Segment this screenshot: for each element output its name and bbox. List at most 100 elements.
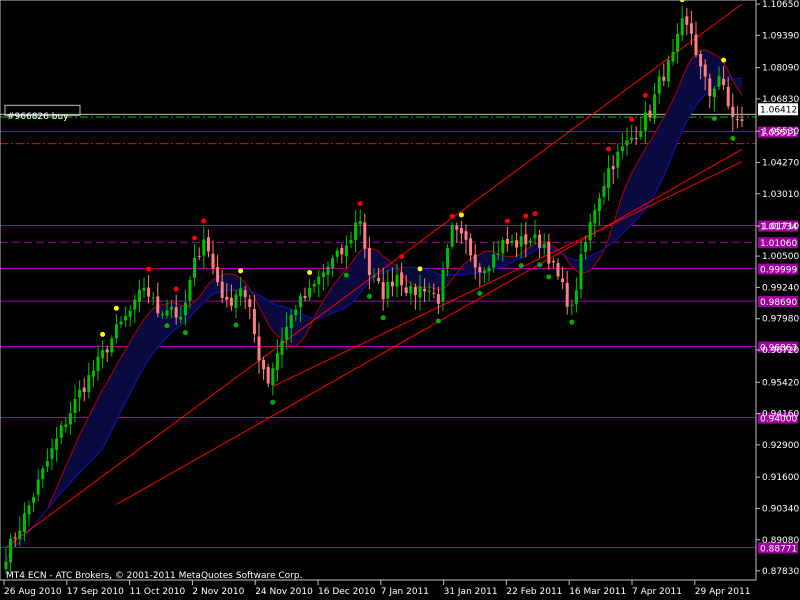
time-tick-label: 11 Oct 2010	[130, 587, 186, 597]
time-tick-label: 7 Apr 2011	[632, 587, 682, 597]
candle-body	[82, 387, 86, 392]
indicator-dot-high	[523, 213, 529, 219]
candle-body	[423, 288, 427, 292]
candle-body	[570, 304, 574, 306]
horizontal-levels: 1.055111.017341.010600.999990.986900.968…	[0, 126, 798, 554]
level-label: 0.98690	[760, 298, 797, 308]
candle-body	[372, 275, 376, 277]
candle-body	[446, 247, 450, 269]
price-tick-label: 1.01710	[762, 222, 799, 232]
indicator-dot-low	[730, 135, 736, 141]
indicator-dot-low	[270, 399, 276, 405]
candle-body	[289, 314, 293, 329]
candle-body	[515, 240, 519, 248]
candle-body	[257, 336, 261, 361]
candle-body	[386, 281, 390, 299]
candle-body	[634, 138, 638, 140]
price-tick-label: 0.94160	[762, 410, 799, 420]
candle-body	[179, 316, 183, 320]
candle-body	[202, 239, 206, 256]
indicator-dot-high	[504, 218, 510, 224]
candle-body	[243, 290, 247, 298]
candle-body	[354, 222, 358, 240]
indicator-dot-low	[164, 323, 170, 329]
candle-body	[280, 340, 284, 355]
candle-body	[298, 295, 302, 308]
indicator-dot-low	[233, 322, 239, 328]
price-tick-label: 0.91600	[762, 473, 799, 483]
indicator-dot-low	[343, 272, 349, 278]
time-tick-label: 26 Aug 2010	[4, 587, 62, 597]
time-tick-label: 22 Feb 2011	[506, 587, 562, 597]
candle-body	[630, 137, 634, 141]
candle-body	[496, 253, 500, 255]
candle-body	[147, 287, 151, 297]
candle-body	[229, 297, 233, 306]
candle-body	[469, 238, 473, 256]
candle-body	[459, 227, 463, 234]
candle-body	[653, 94, 657, 119]
candle-body	[717, 76, 721, 87]
price-tick-label: 0.99240	[762, 283, 799, 293]
candle-body	[170, 306, 174, 310]
price-tick-label: 0.89080	[762, 536, 799, 546]
candle-body	[409, 285, 413, 294]
candle-body	[183, 302, 187, 316]
indicator-dot-low	[518, 263, 524, 269]
candle-body	[156, 296, 160, 314]
candle-body	[731, 106, 735, 117]
candle-body	[556, 263, 560, 277]
price-tick-label: 1.08090	[762, 64, 799, 74]
indicator-dot-high	[449, 213, 455, 219]
candle-body	[574, 290, 578, 304]
candle-body	[547, 241, 551, 264]
candle-body	[584, 241, 588, 252]
candle-body	[317, 276, 321, 285]
candle-body	[685, 16, 689, 25]
time-tick-label: 16 Dec 2010	[318, 587, 376, 597]
candle-body	[478, 267, 482, 273]
chart-canvas[interactable]: 1.055111.017341.010600.999990.986900.968…	[0, 0, 800, 600]
candle-body	[680, 18, 684, 36]
price-axis-frame	[0, 0, 757, 581]
candle-body	[602, 185, 606, 197]
candle-body	[119, 321, 123, 325]
candle-body	[18, 530, 22, 540]
candle-body	[9, 538, 13, 563]
candle-body	[505, 238, 509, 244]
candle-body	[390, 281, 394, 287]
candle-body	[321, 272, 325, 277]
indicator-dot-high	[238, 268, 244, 274]
candle-body	[87, 375, 91, 393]
time-tick-label: 24 Nov 2010	[255, 587, 313, 597]
indicator-dot-high	[417, 266, 423, 272]
candle-body	[542, 243, 546, 248]
platform-label: MT4 ECN - ATC Brokers, © 2001-2011 MetaQ…	[6, 571, 302, 581]
candle-body	[666, 59, 670, 82]
candle-body	[101, 350, 105, 359]
candle-body	[4, 561, 8, 570]
candle-body	[248, 299, 252, 307]
candle-body	[234, 294, 238, 309]
candle-body	[114, 324, 118, 339]
candle-body	[487, 267, 491, 272]
candle-body	[211, 253, 215, 269]
candles	[4, 5, 744, 575]
indicator-dot-high	[532, 211, 538, 217]
candle-body	[160, 314, 164, 316]
candle-body	[657, 76, 661, 94]
candle-body	[55, 438, 59, 450]
candle-body	[597, 198, 601, 212]
candle-body	[689, 23, 693, 34]
candle-body	[436, 294, 440, 304]
candle-body	[588, 221, 592, 241]
candle-body	[694, 34, 698, 55]
indicator-dot-low	[380, 315, 386, 321]
trendline[interactable]	[116, 148, 743, 505]
order-label[interactable]: #966826 buy	[7, 112, 69, 122]
time-tick-label: 17 Sep 2010	[67, 587, 124, 597]
price-tick-label: 1.00500	[762, 252, 799, 262]
price-tick-label: 1.06830	[762, 95, 799, 105]
candle-body	[174, 307, 178, 318]
candle-body	[538, 234, 542, 248]
